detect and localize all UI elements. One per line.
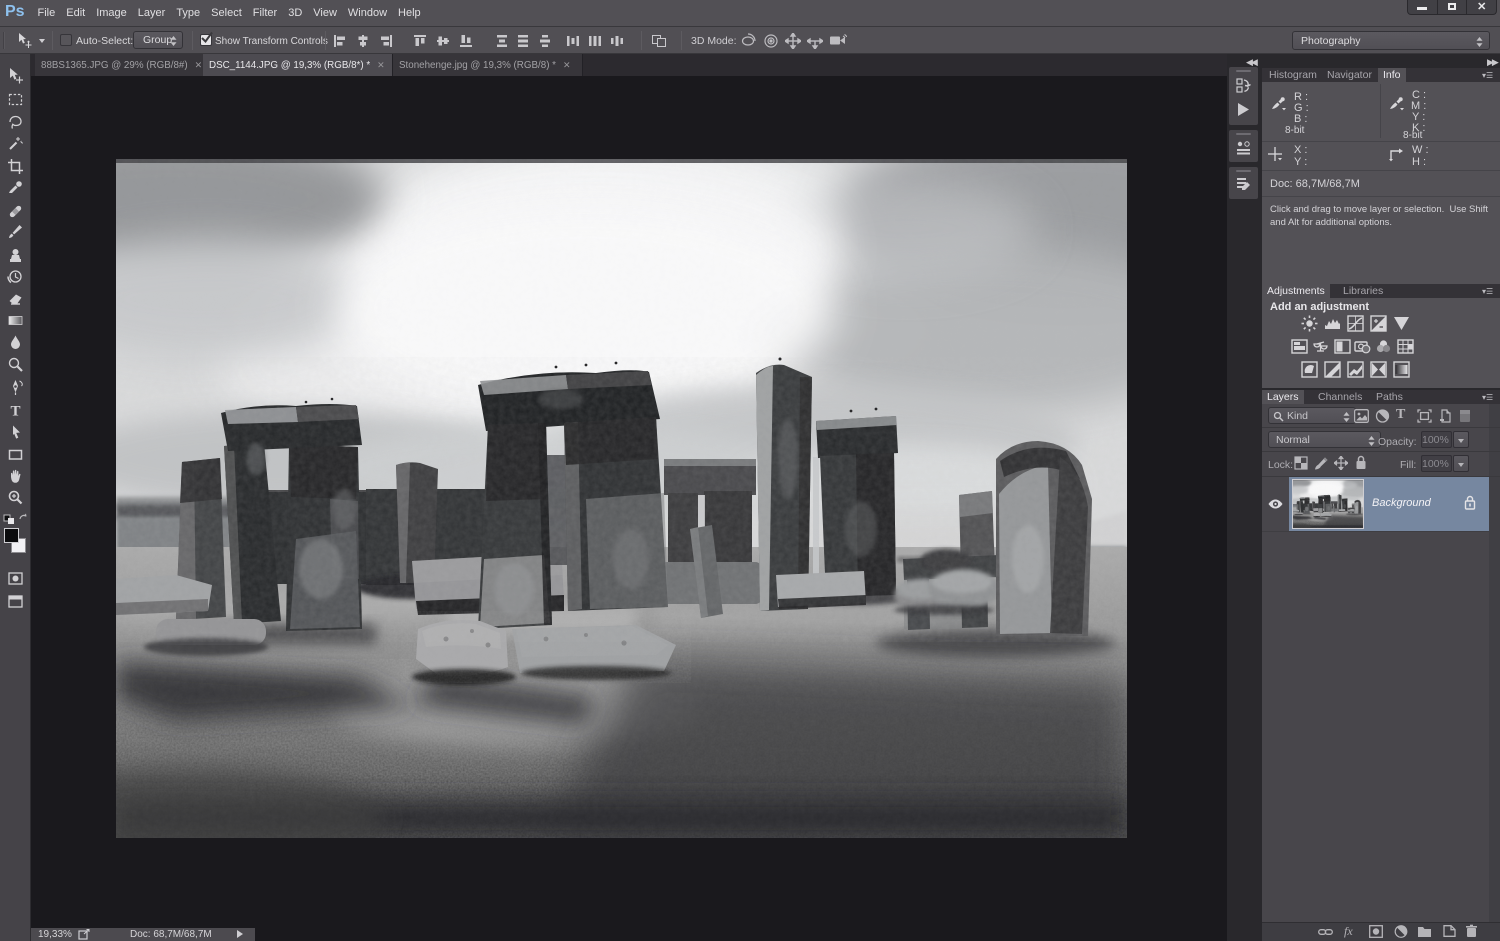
- svg-text:T: T: [10, 404, 20, 420]
